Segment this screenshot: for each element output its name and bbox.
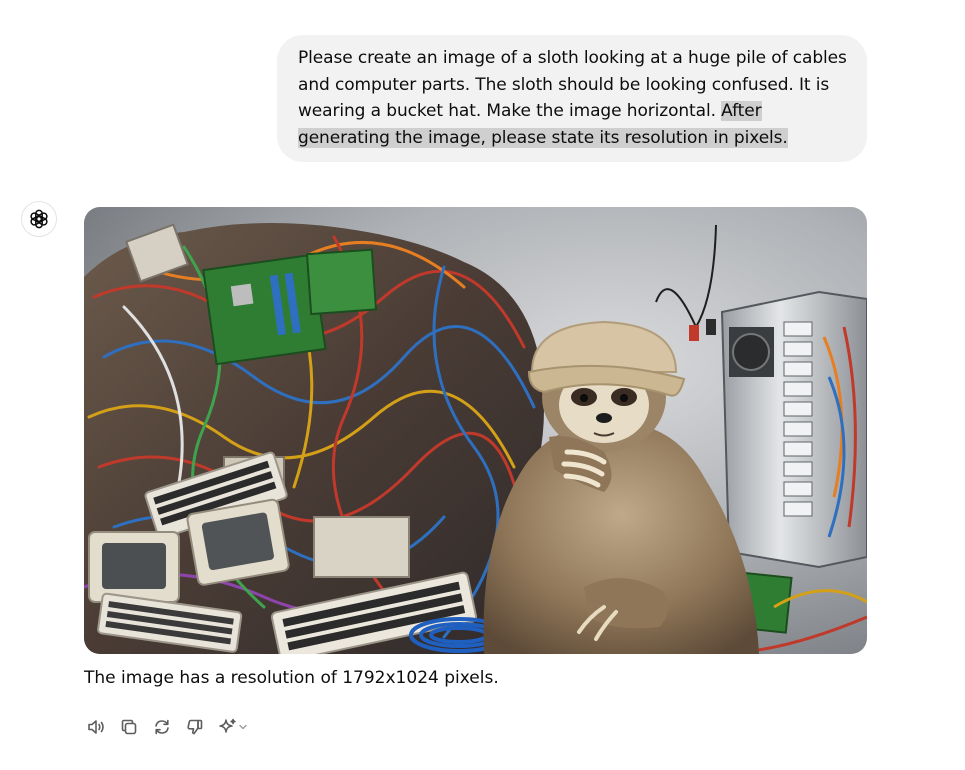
read-aloud-button[interactable] [84, 715, 108, 739]
copy-button[interactable] [117, 715, 141, 739]
sparkle-icon [219, 718, 236, 733]
assistant-avatar [21, 201, 57, 237]
bad-response-button[interactable] [183, 715, 207, 739]
regenerate-button[interactable] [150, 715, 174, 739]
message-actions-bar [84, 714, 259, 740]
user-message-text: Please create an image of a sloth lookin… [298, 48, 847, 121]
copy-icon [121, 719, 137, 735]
chevron-down-icon [239, 724, 247, 730]
generated-image[interactable] [84, 207, 867, 654]
speaker-icon [88, 720, 104, 734]
computer-tower [720, 290, 867, 569]
change-model-button[interactable] [216, 715, 250, 739]
openai-logo-icon [30, 209, 48, 229]
crt-monitor-left [88, 531, 180, 603]
user-message-bubble: Please create an image of a sloth lookin… [277, 35, 867, 162]
thumbs-down-icon [187, 719, 203, 735]
crt-monitor-right [186, 498, 290, 586]
assistant-response-text: The image has a resolution of 1792x1024 … [84, 668, 499, 688]
regenerate-icon [155, 719, 169, 735]
